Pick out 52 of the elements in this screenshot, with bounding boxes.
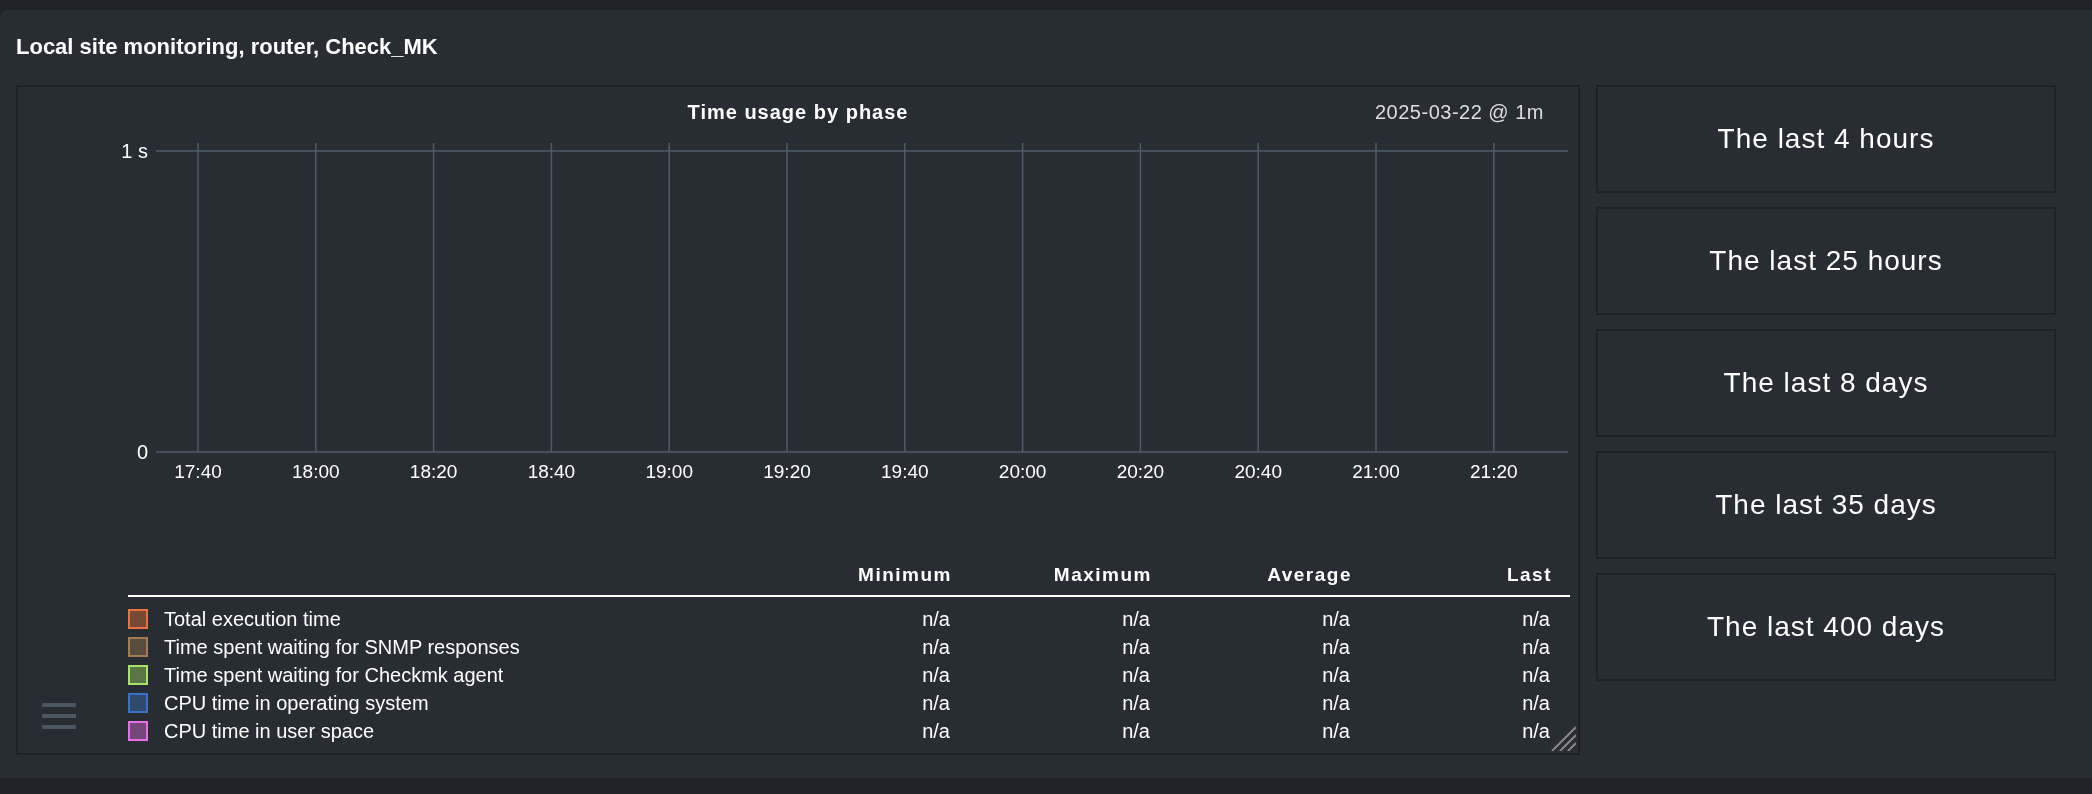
legend-label: Time spent waiting for SNMP responses: [164, 635, 520, 660]
timerange-button[interactable]: The last 35 days: [1596, 451, 2056, 559]
timerange-button[interactable]: The last 4 hours: [1596, 85, 2056, 193]
legend-value: n/a: [1322, 720, 1350, 742]
legend-value: n/a: [1522, 720, 1550, 742]
legend-value: n/a: [1322, 692, 1350, 714]
x-tick-label: 20:40: [1234, 461, 1282, 482]
x-tick-label: 19:20: [763, 461, 811, 482]
legend-value: n/a: [922, 720, 950, 742]
resize-handle-icon[interactable]: [1550, 725, 1576, 751]
column-header: Average: [1267, 563, 1352, 585]
timerange-button[interactable]: The last 8 days: [1596, 329, 2056, 437]
legend-label: Time spent waiting for Checkmk agent: [164, 663, 504, 688]
x-tick-label: 19:40: [881, 461, 929, 482]
x-tick-label: 19:00: [645, 461, 693, 482]
x-tick-label: 18:20: [409, 461, 458, 482]
x-tick-label: 21:00: [1352, 461, 1400, 482]
y-tick-label: 1 s: [121, 140, 148, 162]
legend-label: CPU time in user space: [164, 719, 375, 744]
legend-value: n/a: [1122, 720, 1150, 742]
x-tick-label: 17:40: [174, 461, 222, 482]
legend-value: n/a: [922, 636, 950, 658]
legend-value: n/a: [1522, 636, 1550, 658]
column-header: Minimum: [858, 563, 952, 585]
timerange-button[interactable]: The last 400 days: [1596, 573, 2056, 681]
legend-value: n/a: [922, 608, 950, 630]
x-tick-label: 21:20: [1470, 461, 1518, 482]
column-header: Maximum: [1053, 563, 1152, 585]
x-tick-label: 20:20: [1116, 461, 1165, 482]
y-tick-label: 0: [136, 441, 148, 463]
x-tick-label: 18:00: [292, 461, 340, 482]
x-tick-label: 20:00: [998, 461, 1047, 482]
legend-label: Total execution time: [164, 607, 341, 632]
legend-value: n/a: [922, 664, 950, 686]
chart-title: Time usage by phase: [687, 101, 909, 123]
legend-value: n/a: [1122, 664, 1150, 686]
legend-value: n/a: [1322, 664, 1350, 686]
legend-value: n/a: [1122, 608, 1150, 630]
legend-value: n/a: [1122, 636, 1150, 658]
legend-value: n/a: [1522, 608, 1550, 630]
legend-value: n/a: [1522, 664, 1550, 686]
column-header: Last: [1506, 563, 1552, 585]
legend-value: n/a: [1122, 692, 1150, 714]
legend-value: n/a: [1322, 608, 1350, 630]
legend-value: n/a: [922, 692, 950, 714]
legend-value: n/a: [1322, 636, 1350, 658]
graph-timestamp: 2025-03-22 @ 1m: [1375, 100, 1544, 125]
legend-value: n/a: [1522, 692, 1550, 714]
timerange-button[interactable]: The last 25 hours: [1596, 207, 2056, 315]
legend-label: CPU time in operating system: [164, 691, 429, 716]
panel-title: Local site monitoring, router, Check_MK: [16, 33, 439, 61]
x-tick-label: 18:40: [527, 461, 576, 482]
